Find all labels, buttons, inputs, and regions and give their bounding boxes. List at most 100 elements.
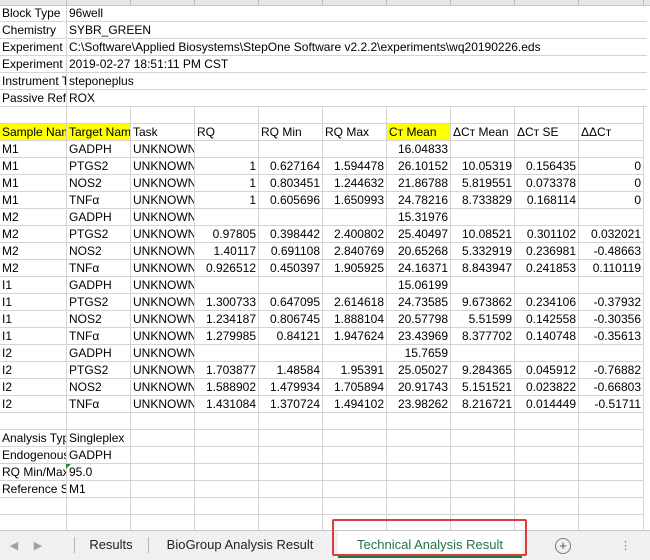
empty-cell[interactable] <box>195 430 259 447</box>
empty-cell[interactable] <box>579 413 644 430</box>
empty-cell[interactable] <box>195 464 259 481</box>
empty-cell[interactable] <box>195 413 259 430</box>
table-cell[interactable]: 0.647095 <box>259 294 323 311</box>
table-cell[interactable]: 0.110119 <box>579 260 644 277</box>
setting-value[interactable]: GADPH <box>67 447 131 464</box>
table-cell[interactable]: NOS2 <box>67 175 131 192</box>
empty-cell[interactable] <box>323 413 387 430</box>
column-header[interactable]: RQ <box>195 124 259 141</box>
table-cell[interactable]: 1.244632 <box>323 175 387 192</box>
metadata-label[interactable]: Instrument Type <box>0 73 67 90</box>
table-cell[interactable]: PTGS2 <box>67 294 131 311</box>
table-cell[interactable]: -0.51711 <box>579 396 644 413</box>
empty-cell[interactable] <box>259 447 323 464</box>
table-cell[interactable] <box>451 141 515 158</box>
setting-label[interactable]: Reference Sample <box>0 481 67 498</box>
empty-cell[interactable] <box>323 498 387 515</box>
table-cell[interactable]: 1.48584 <box>259 362 323 379</box>
empty-cell[interactable] <box>67 515 131 530</box>
table-cell[interactable]: TNFα <box>67 396 131 413</box>
empty-cell[interactable] <box>579 107 644 124</box>
table-cell[interactable]: 20.91743 <box>387 379 451 396</box>
table-cell[interactable]: I2 <box>0 379 67 396</box>
table-cell[interactable] <box>579 345 644 362</box>
table-cell[interactable]: 24.78216 <box>387 192 451 209</box>
table-cell[interactable] <box>579 209 644 226</box>
table-cell[interactable]: PTGS2 <box>67 158 131 175</box>
scroll-tabs-right-icon[interactable]: ▶ <box>30 538 46 554</box>
column-header[interactable]: RQ Max <box>323 124 387 141</box>
table-cell[interactable]: 0.236981 <box>515 243 579 260</box>
table-cell[interactable]: 0.691108 <box>259 243 323 260</box>
empty-cell[interactable] <box>323 447 387 464</box>
table-cell[interactable]: UNKNOWN <box>131 141 195 158</box>
table-cell[interactable]: 1.494102 <box>323 396 387 413</box>
setting-label[interactable]: RQ Min/Max Confidence <box>0 464 67 481</box>
table-cell[interactable]: 5.332919 <box>451 243 515 260</box>
table-cell[interactable]: GADPH <box>67 277 131 294</box>
tab-results[interactable]: Results <box>76 531 146 558</box>
empty-cell[interactable] <box>67 107 131 124</box>
table-cell[interactable]: PTGS2 <box>67 362 131 379</box>
table-cell[interactable]: 0.023822 <box>515 379 579 396</box>
empty-cell[interactable] <box>131 413 195 430</box>
table-cell[interactable]: UNKNOWN <box>131 311 195 328</box>
table-cell[interactable]: 8.216721 <box>451 396 515 413</box>
table-cell[interactable]: UNKNOWN <box>131 362 195 379</box>
metadata-label[interactable]: Experiment File Name <box>0 39 67 56</box>
table-cell[interactable]: 15.31976 <box>387 209 451 226</box>
empty-cell[interactable] <box>131 515 195 530</box>
table-cell[interactable]: NOS2 <box>67 243 131 260</box>
table-cell[interactable]: 0.014449 <box>515 396 579 413</box>
table-cell[interactable] <box>323 141 387 158</box>
table-cell[interactable]: 2.840769 <box>323 243 387 260</box>
table-cell[interactable] <box>451 345 515 362</box>
empty-cell[interactable] <box>67 413 131 430</box>
table-cell[interactable]: I1 <box>0 311 67 328</box>
table-cell[interactable]: 16.04833 <box>387 141 451 158</box>
empty-cell[interactable] <box>195 498 259 515</box>
tab-biogroup-analysis-result[interactable]: BioGroup Analysis Result <box>150 531 330 558</box>
table-cell[interactable] <box>259 209 323 226</box>
table-cell[interactable]: GADPH <box>67 345 131 362</box>
table-cell[interactable]: I2 <box>0 396 67 413</box>
table-cell[interactable] <box>259 141 323 158</box>
table-cell[interactable]: I1 <box>0 328 67 345</box>
table-cell[interactable] <box>515 141 579 158</box>
empty-cell[interactable] <box>131 107 195 124</box>
table-cell[interactable]: 1.300733 <box>195 294 259 311</box>
metadata-value[interactable]: SYBR_GREEN <box>67 22 647 39</box>
table-cell[interactable] <box>515 277 579 294</box>
table-cell[interactable]: 8.843947 <box>451 260 515 277</box>
table-cell[interactable]: -0.66803 <box>579 379 644 396</box>
empty-cell[interactable] <box>451 107 515 124</box>
empty-cell[interactable] <box>195 107 259 124</box>
table-cell[interactable]: M2 <box>0 243 67 260</box>
table-cell[interactable] <box>451 209 515 226</box>
table-cell[interactable]: 1.95391 <box>323 362 387 379</box>
setting-value[interactable]: M1 <box>67 481 131 498</box>
table-cell[interactable]: 1.888104 <box>323 311 387 328</box>
table-cell[interactable]: 5.51599 <box>451 311 515 328</box>
column-header[interactable]: ΔCт Mean <box>451 124 515 141</box>
empty-cell[interactable] <box>259 515 323 530</box>
empty-cell[interactable] <box>387 498 451 515</box>
table-cell[interactable]: UNKNOWN <box>131 175 195 192</box>
empty-cell[interactable] <box>0 515 67 530</box>
table-cell[interactable]: 0.627164 <box>259 158 323 175</box>
add-sheet-icon[interactable]: + <box>555 538 571 554</box>
empty-cell[interactable] <box>451 430 515 447</box>
table-cell[interactable]: 0.84121 <box>259 328 323 345</box>
table-cell[interactable]: UNKNOWN <box>131 294 195 311</box>
table-cell[interactable]: 1.40117 <box>195 243 259 260</box>
empty-cell[interactable] <box>323 481 387 498</box>
table-cell[interactable]: 15.7659 <box>387 345 451 362</box>
empty-cell[interactable] <box>0 107 67 124</box>
empty-cell[interactable] <box>131 481 195 498</box>
table-cell[interactable]: UNKNOWN <box>131 277 195 294</box>
table-cell[interactable]: 23.98262 <box>387 396 451 413</box>
table-cell[interactable]: GADPH <box>67 141 131 158</box>
table-cell[interactable]: 24.16371 <box>387 260 451 277</box>
table-cell[interactable]: 0.97805 <box>195 226 259 243</box>
column-header[interactable]: Target Name <box>67 124 131 141</box>
